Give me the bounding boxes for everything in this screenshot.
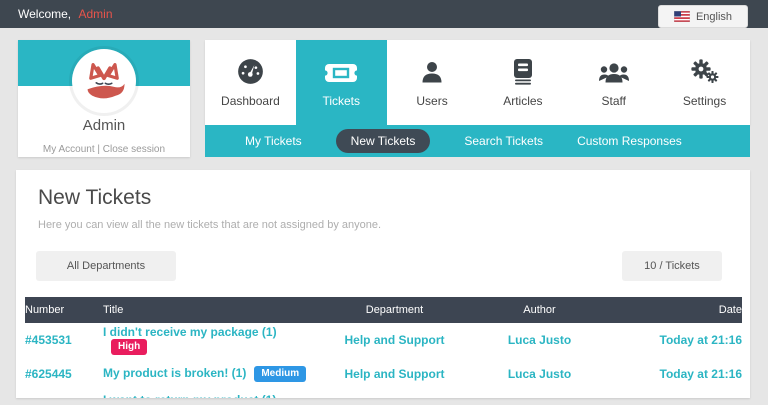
header-date: Date — [607, 297, 742, 323]
ticket-number-link[interactable]: #625445 — [25, 357, 103, 391]
tickets-subnav: My Tickets New Tickets Search Tickets Cu… — [205, 125, 750, 157]
ticket-number-link[interactable]: #453531 — [25, 323, 103, 357]
subnav-new-tickets[interactable]: New Tickets — [336, 129, 431, 153]
ticket-date: Today at 21:16 — [607, 323, 742, 357]
header-department: Department — [317, 297, 472, 323]
ticket-title-link[interactable]: I didn't receive my package (1) — [103, 325, 277, 339]
ticket-number-link[interactable]: #261402 — [25, 391, 103, 398]
links-separator: | — [97, 144, 100, 155]
topbar: Welcome, Admin — [0, 0, 768, 28]
page-subtitle: Here you can view all the new tickets th… — [38, 219, 750, 231]
book-icon — [512, 58, 534, 85]
ticket-date: Today at 21:16 — [607, 357, 742, 391]
user-icon — [420, 58, 444, 85]
us-flag-icon — [674, 11, 690, 22]
new-tickets-panel: New Tickets Here you can view all the ne… — [16, 170, 750, 398]
toolbar: All Departments 10 / Tickets — [36, 251, 722, 281]
nav-label: Settings — [683, 94, 726, 108]
subnav-custom-responses[interactable]: Custom Responses — [577, 134, 682, 148]
gauge-icon — [237, 58, 264, 85]
ticket-author: Luca Justo — [472, 357, 607, 391]
table-row: #261402 I want to return my product (1)L… — [25, 391, 742, 398]
fox-logo-icon — [81, 60, 127, 102]
nav-label: Staff — [601, 94, 625, 108]
ticket-title-cell: My product is broken! (1) Medium — [103, 357, 317, 391]
nav-item-settings[interactable]: Settings — [659, 40, 750, 125]
priority-badge: Medium — [254, 366, 306, 382]
subnav-search-tickets[interactable]: Search Tickets — [464, 134, 543, 148]
header-title: Title — [103, 297, 317, 323]
nav-label: Dashboard — [221, 94, 280, 108]
staff-icon — [599, 58, 629, 85]
avatar — [72, 49, 136, 113]
tickets-table: Number Title Department Author Date #453… — [25, 297, 742, 398]
nav-label: Users — [416, 94, 447, 108]
ticket-title-cell: I want to return my product (1)Low — [103, 391, 317, 398]
nav-label: Articles — [503, 94, 542, 108]
ticket-department: Help and Support — [317, 391, 472, 398]
nav-item-articles[interactable]: Articles — [477, 40, 568, 125]
my-account-link[interactable]: My Account — [43, 144, 95, 155]
language-label: English — [696, 11, 732, 23]
ticket-author: Luca Justo — [472, 391, 607, 398]
nav-item-dashboard[interactable]: Dashboard — [205, 40, 296, 125]
nav-item-tickets[interactable]: Tickets — [296, 40, 387, 125]
welcome-text: Welcome, — [18, 7, 71, 21]
close-session-link[interactable]: Close session — [103, 144, 165, 155]
tickets-table-header: Number Title Department Author Date — [25, 297, 742, 323]
subnav-my-tickets[interactable]: My Tickets — [245, 134, 302, 148]
language-selector[interactable]: English — [658, 5, 748, 28]
header: Admin My Account | Close session — [18, 40, 750, 157]
ticket-department: Help and Support — [317, 323, 472, 357]
priority-badge: High — [111, 339, 147, 355]
profile-card: Admin My Account | Close session — [18, 40, 190, 157]
username-link[interactable]: Admin — [78, 7, 112, 21]
all-departments-button[interactable]: All Departments — [36, 251, 176, 281]
profile-name: Admin — [18, 117, 190, 134]
ticket-icon — [324, 58, 358, 85]
table-row: #625445 My product is broken! (1)Medium … — [25, 357, 742, 391]
nav-item-staff[interactable]: Staff — [568, 40, 659, 125]
ticket-date: Today at 21:16 — [607, 391, 742, 398]
nav-label: Tickets — [322, 94, 360, 108]
ticket-department: Help and Support — [317, 357, 472, 391]
table-row: #453531 I didn't receive my package (1)H… — [25, 323, 742, 357]
tickets-count-button[interactable]: 10 / Tickets — [622, 251, 722, 281]
nav-item-users[interactable]: Users — [387, 40, 478, 125]
header-author: Author — [472, 297, 607, 323]
ticket-title-link[interactable]: My product is broken! (1) — [103, 366, 246, 380]
header-number: Number — [25, 297, 103, 323]
main-nav: Dashboard Tickets Users — [205, 40, 750, 125]
ticket-title-cell: I didn't receive my package (1)High — [103, 323, 317, 357]
gears-icon — [691, 58, 719, 85]
page-title: New Tickets — [38, 186, 750, 210]
ticket-title-link[interactable]: I want to return my product (1) — [103, 393, 276, 398]
ticket-author: Luca Justo — [472, 323, 607, 357]
profile-links: My Account | Close session — [18, 144, 190, 155]
